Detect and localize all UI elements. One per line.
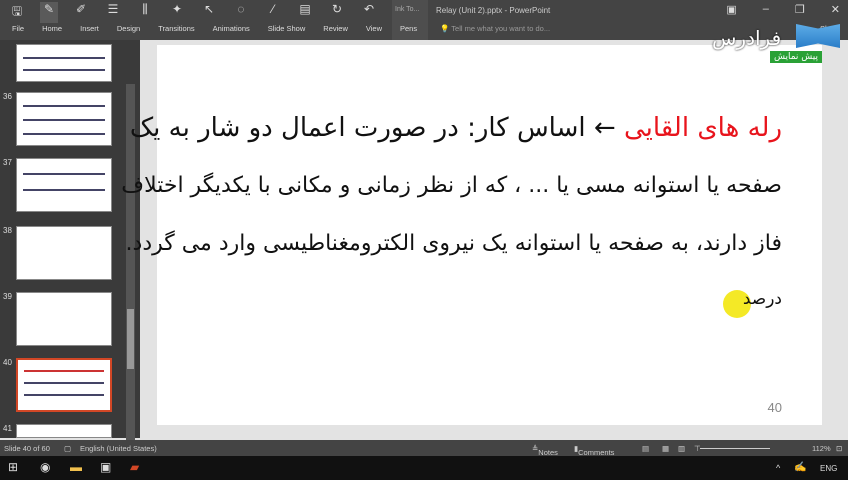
tab-slide-show[interactable]: Slide Show (268, 24, 306, 33)
tell-me-text: Tell me what you want to do... (451, 24, 551, 33)
taskbar: ⊞ ◉ ▬ ▣ ▰ ^ ✍ ENG (0, 456, 848, 480)
slide-thumbnail-36[interactable] (16, 92, 112, 146)
window-controls: ▣ – ❐ ✕ (726, 3, 840, 16)
reading-view-icon[interactable]: ▥ (678, 444, 685, 453)
select-icon[interactable]: ↖ (200, 2, 218, 23)
scrollbar-thumb[interactable] (127, 309, 134, 369)
slide-thumbnail-40[interactable] (16, 358, 112, 412)
comments-button[interactable]: ▮ Comments (574, 444, 614, 457)
ink-tools-label: Ink To... (392, 0, 428, 40)
slide-counter: Slide 40 of 60 (4, 444, 50, 453)
slide-number: 36 (3, 92, 12, 101)
close-button[interactable]: ✕ (831, 3, 840, 16)
slide-thumbnail-37[interactable] (16, 158, 112, 212)
undo-icon[interactable]: ↶ (360, 2, 378, 23)
tab-review[interactable]: Review (323, 24, 348, 33)
slide-thumbnail-35[interactable] (16, 44, 112, 82)
windows-start-icon[interactable]: ⊞ (8, 460, 18, 474)
tab-design[interactable]: Design (117, 24, 140, 33)
quick-access-toolbar: 🖫 ✎ ✐ ☰ ⫼ ✦ ↖ ◌ ⁄ ▤ ↻ ↶ ▾ (8, 2, 410, 23)
ink-to-math-icon[interactable]: ▤ (296, 2, 314, 23)
language-indicator[interactable]: English (United States) (80, 444, 157, 453)
slide-thumbnail-41[interactable] (16, 424, 112, 438)
fit-slide-icon[interactable]: ⊡ (836, 444, 842, 453)
slide-number: 37 (3, 158, 12, 167)
slide-thumbnail-39[interactable] (16, 292, 112, 346)
spellcheck-icon[interactable]: ▢ (64, 444, 71, 453)
tab-home[interactable]: Home (42, 24, 62, 33)
lasso-icon[interactable]: ◌ (232, 2, 250, 23)
chrome-icon[interactable]: ◉ (40, 460, 50, 474)
slide-line-2: صفحه یا استوانه مسی یا ... ، که از نظر ز… (121, 173, 782, 198)
slide-text: ← اساس کار: در صورت اعمال دو شار به یک (129, 113, 616, 143)
slide-line-3: فاز دارند، به صفحه یا استوانه یک نیروی ا… (125, 231, 782, 256)
tell-me-search[interactable]: 💡 Tell me what you want to do... (440, 24, 550, 33)
file-explorer-icon[interactable]: ▬ (70, 460, 82, 474)
slide-number: 41 (3, 424, 12, 433)
notes-button[interactable]: ≜ Notes (532, 444, 558, 457)
ribbon-display-icon[interactable]: ▣ (726, 3, 736, 16)
eraser-icon[interactable]: ✦ (168, 2, 186, 23)
zoom-level[interactable]: 112% (812, 444, 831, 453)
slide-thumbnail-38[interactable] (16, 226, 112, 280)
tab-file[interactable]: File (12, 24, 24, 33)
ink-to-shape-icon[interactable]: ⁄ (264, 2, 282, 23)
app-icon[interactable]: ▣ (100, 460, 111, 474)
tab-transitions[interactable]: Transitions (158, 24, 194, 33)
slide-canvas[interactable]: رله های القایی ← اساس کار: در صورت اعمال… (121, 45, 822, 425)
zoom-slider[interactable] (700, 448, 770, 449)
tab-animations[interactable]: Animations (213, 24, 250, 33)
slide-page-number: 40 (767, 400, 782, 415)
tab-view[interactable]: View (366, 24, 382, 33)
slide-number: 40 (3, 358, 12, 367)
minimize-button[interactable]: – (763, 3, 769, 16)
tab-pens[interactable]: Pens (400, 24, 417, 33)
tray-chevron-icon[interactable]: ^ (776, 463, 780, 473)
replay-icon[interactable]: ↻ (328, 2, 346, 23)
line-weight-icon[interactable]: ☰ (104, 2, 122, 23)
slide-thumbnail-panel: 36 37 38 39 40 41 (0, 40, 140, 474)
window-title: Relay (Unit 2).pptx - PowerPoint (436, 6, 551, 15)
save-icon[interactable]: 🖫 (8, 2, 26, 23)
slide-sorter-icon[interactable]: ▦ (662, 444, 669, 453)
restore-button[interactable]: ❐ (795, 3, 805, 16)
watermark-text: فرادرس (712, 26, 782, 50)
status-bar: Slide 40 of 60 ▢ English (United States)… (0, 440, 848, 457)
slide-heading: رله های القایی (623, 113, 782, 143)
ribbon-tabs: File Home Insert Design Transitions Anim… (12, 24, 435, 33)
faradars-watermark: فرادرس پیش نمایش (708, 18, 844, 66)
slide-number: 38 (3, 226, 12, 235)
pen-tray-icon[interactable]: ✍ (794, 462, 806, 473)
powerpoint-icon[interactable]: ▰ (130, 460, 139, 474)
tab-insert[interactable]: Insert (80, 24, 99, 33)
highlighter-icon[interactable]: ✐ (72, 2, 90, 23)
pen-icon[interactable]: ✎ (40, 2, 58, 23)
normal-view-icon[interactable]: ▤ (642, 444, 649, 453)
slide-number: 39 (3, 292, 12, 301)
preview-badge: پیش نمایش (770, 51, 822, 63)
slide-line-1: رله های القایی ← اساس کار: در صورت اعمال… (130, 113, 782, 143)
book-logo-icon (796, 24, 840, 48)
language-tray[interactable]: ENG (820, 464, 837, 473)
slide-line-4: درصد (742, 289, 782, 309)
pen-color-icon[interactable]: ⫼ (136, 2, 154, 23)
